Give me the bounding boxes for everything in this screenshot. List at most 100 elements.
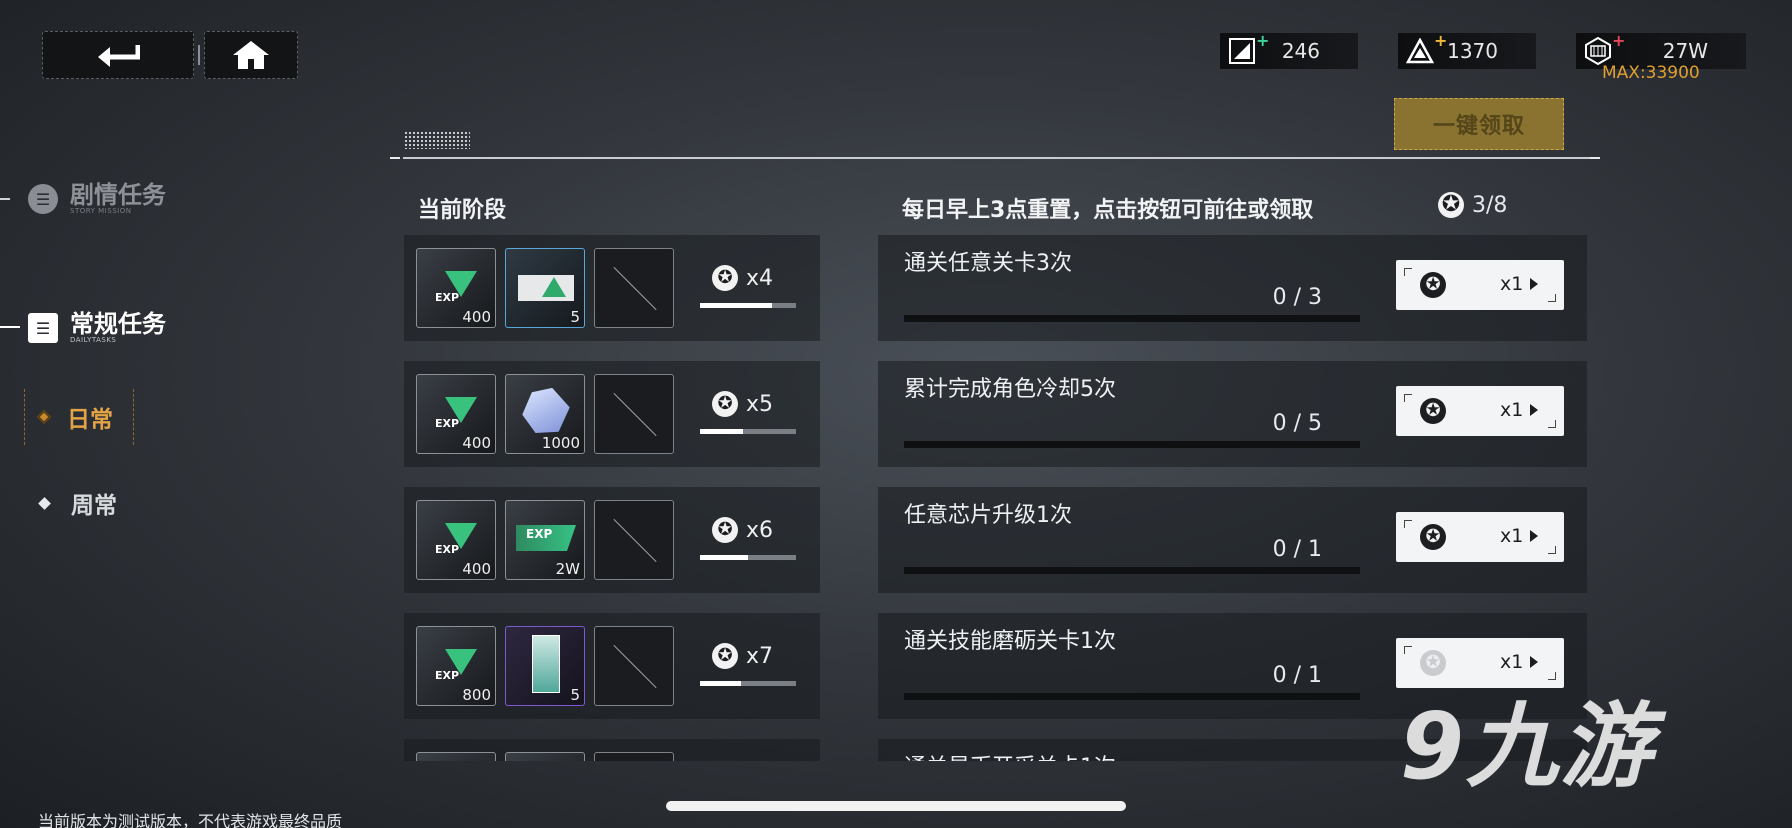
header-divider <box>403 157 1593 159</box>
dot-pattern-decoration <box>404 131 470 149</box>
task-title: 累计完成角色冷却5次 <box>904 377 1116 402</box>
add-stamina-icon[interactable]: + <box>1256 31 1269 50</box>
home-icon <box>233 41 269 69</box>
exp-chip-icon[interactable]: EXP 400 <box>416 374 496 454</box>
reward-slot[interactable] <box>505 752 585 761</box>
reward-quantity: 400 <box>462 434 491 452</box>
task-title: 通关技能磨砺关卡1次 <box>904 629 1116 654</box>
empty-reward-slot <box>594 752 674 761</box>
ticket-icon[interactable]: 5 <box>505 248 585 328</box>
star-icon: ✪ <box>712 391 738 417</box>
sidebar-regular-title: 常规任务 <box>70 310 166 338</box>
task-count: 0 / 1 <box>1272 537 1322 562</box>
home-indicator-bar[interactable] <box>666 801 1126 811</box>
back-arrow-icon <box>98 45 140 67</box>
stamina-icon: + <box>1228 31 1269 65</box>
task-count: 0 / 5 <box>1272 411 1322 436</box>
reward-quantity: 800 <box>462 686 491 704</box>
reward-row: EXP 400 1000 ✪ x5 <box>404 361 820 467</box>
character-card-icon[interactable]: 5 <box>505 626 585 706</box>
reward-row-partial <box>404 739 820 761</box>
empty-reward-slot <box>594 374 674 454</box>
crystal-value: 1370 <box>1447 39 1498 63</box>
stamina-currency[interactable]: + 246 <box>1220 31 1358 69</box>
reset-hint-text: 每日早上3点重置，点击按钮可前往或领取 <box>902 198 1314 223</box>
empty-reward-slot <box>594 500 674 580</box>
reward-quantity: 1000 <box>541 434 580 452</box>
task-reward-mult: x1 <box>1500 273 1524 295</box>
reward-quantity: 5 <box>570 686 580 704</box>
task-count: 0 / 1 <box>1272 663 1322 688</box>
play-arrow-icon <box>1530 404 1538 416</box>
crystal-gem-icon[interactable]: 1000 <box>505 374 585 454</box>
stage-star-requirement: ✪ x5 <box>712 391 773 417</box>
stage-star-requirement: ✪ x4 <box>712 265 773 291</box>
task-reward-mult: x1 <box>1500 651 1524 673</box>
stage-progress-bar <box>700 555 796 560</box>
task-go-button[interactable]: ✪ x1 <box>1396 386 1564 436</box>
reward-quantity: 5 <box>570 308 580 326</box>
star-multiplier: x6 <box>746 517 774 543</box>
play-arrow-icon <box>1530 278 1538 290</box>
task-list-icon: ☰ <box>28 313 58 343</box>
back-button[interactable] <box>42 31 194 79</box>
task-reward-mult: x1 <box>1500 525 1524 547</box>
task-row: 通关任意关卡3次 0 / 3 ✪ x1 <box>878 235 1587 341</box>
divider-tick-left <box>390 157 400 159</box>
reward-slot[interactable] <box>416 752 496 761</box>
stamina-value: 246 <box>1281 39 1320 63</box>
sidebar-item-weekly[interactable]: 周常 <box>38 486 117 520</box>
sidebar-item-daily[interactable]: 日常 <box>24 389 134 445</box>
sidebar-item-regular[interactable]: ☰ 常规任务 DAILYTASKS <box>28 312 166 344</box>
star-icon: ✪ <box>1438 192 1464 218</box>
exp-chip-icon[interactable]: EXP 800 <box>416 626 496 706</box>
reward-row: EXP 400 5 ✪ x4 <box>404 235 820 341</box>
reward-row: EXP 400 EXP 2W ✪ x6 <box>404 487 820 593</box>
reward-quantity: 400 <box>462 308 491 326</box>
claim-all-button[interactable]: 一键领取 <box>1394 98 1564 150</box>
star-icon: ✪ <box>712 517 738 543</box>
add-credit-icon[interactable]: + <box>1612 31 1625 50</box>
crystal-currency[interactable]: + 1370 <box>1398 31 1536 69</box>
task-progress-bar <box>904 567 1360 574</box>
empty-reward-slot <box>594 248 674 328</box>
story-marker <box>0 198 10 200</box>
task-progress-bar <box>904 441 1360 448</box>
sidebar-item-story[interactable]: ☰ 剧情任务 STORY MISSION <box>28 183 166 215</box>
star-icon: ✪ <box>1420 272 1446 298</box>
exp-chip-icon[interactable]: EXP 400 <box>416 248 496 328</box>
task-go-button[interactable]: ✪ x1 <box>1396 260 1564 310</box>
sidebar-story-title: 剧情任务 <box>70 181 166 209</box>
add-crystal-icon[interactable]: + <box>1434 31 1447 50</box>
play-arrow-icon <box>1530 656 1538 668</box>
star-multiplier: x5 <box>746 391 774 417</box>
task-row: 累计完成角色冷却5次 0 / 5 ✪ x1 <box>878 361 1587 467</box>
reward-quantity: 400 <box>462 560 491 578</box>
list-icon: ☰ <box>28 184 58 214</box>
watermark-logo: 9九游 <box>1400 693 1655 800</box>
test-version-notice: 当前版本为测试版本，不代表游戏最终品质 <box>38 812 343 828</box>
diamond-icon <box>38 496 51 510</box>
sidebar-weekly-label: 周常 <box>71 493 117 519</box>
stage-progress-bar <box>700 303 796 308</box>
exp-card-icon[interactable]: EXP 2W <box>505 500 585 580</box>
star-icon: ✪ <box>1420 398 1446 424</box>
home-button[interactable] <box>204 31 298 79</box>
exp-chip-icon[interactable]: EXP 400 <box>416 500 496 580</box>
star-progress-value: 3/8 <box>1472 192 1508 218</box>
stage-star-requirement: ✪ x7 <box>712 643 773 669</box>
nav-separator <box>198 45 200 65</box>
task-count: 0 / 3 <box>1272 285 1322 310</box>
diamond-icon <box>36 409 52 425</box>
stage-star-requirement: ✪ x6 <box>712 517 773 543</box>
credit-chip-icon: + <box>1584 31 1625 65</box>
task-reward-mult: x1 <box>1500 399 1524 421</box>
task-progress-bar <box>904 315 1360 322</box>
task-row: 任意芯片升级1次 0 / 1 ✪ x1 <box>878 487 1587 593</box>
star-icon: ✪ <box>712 643 738 669</box>
task-go-button[interactable]: ✪ x1 <box>1396 512 1564 562</box>
sidebar-daily-label: 日常 <box>67 407 113 433</box>
regular-marker <box>0 326 20 328</box>
credit-value: 27W <box>1662 39 1708 63</box>
stage-progress-bar <box>700 429 796 434</box>
